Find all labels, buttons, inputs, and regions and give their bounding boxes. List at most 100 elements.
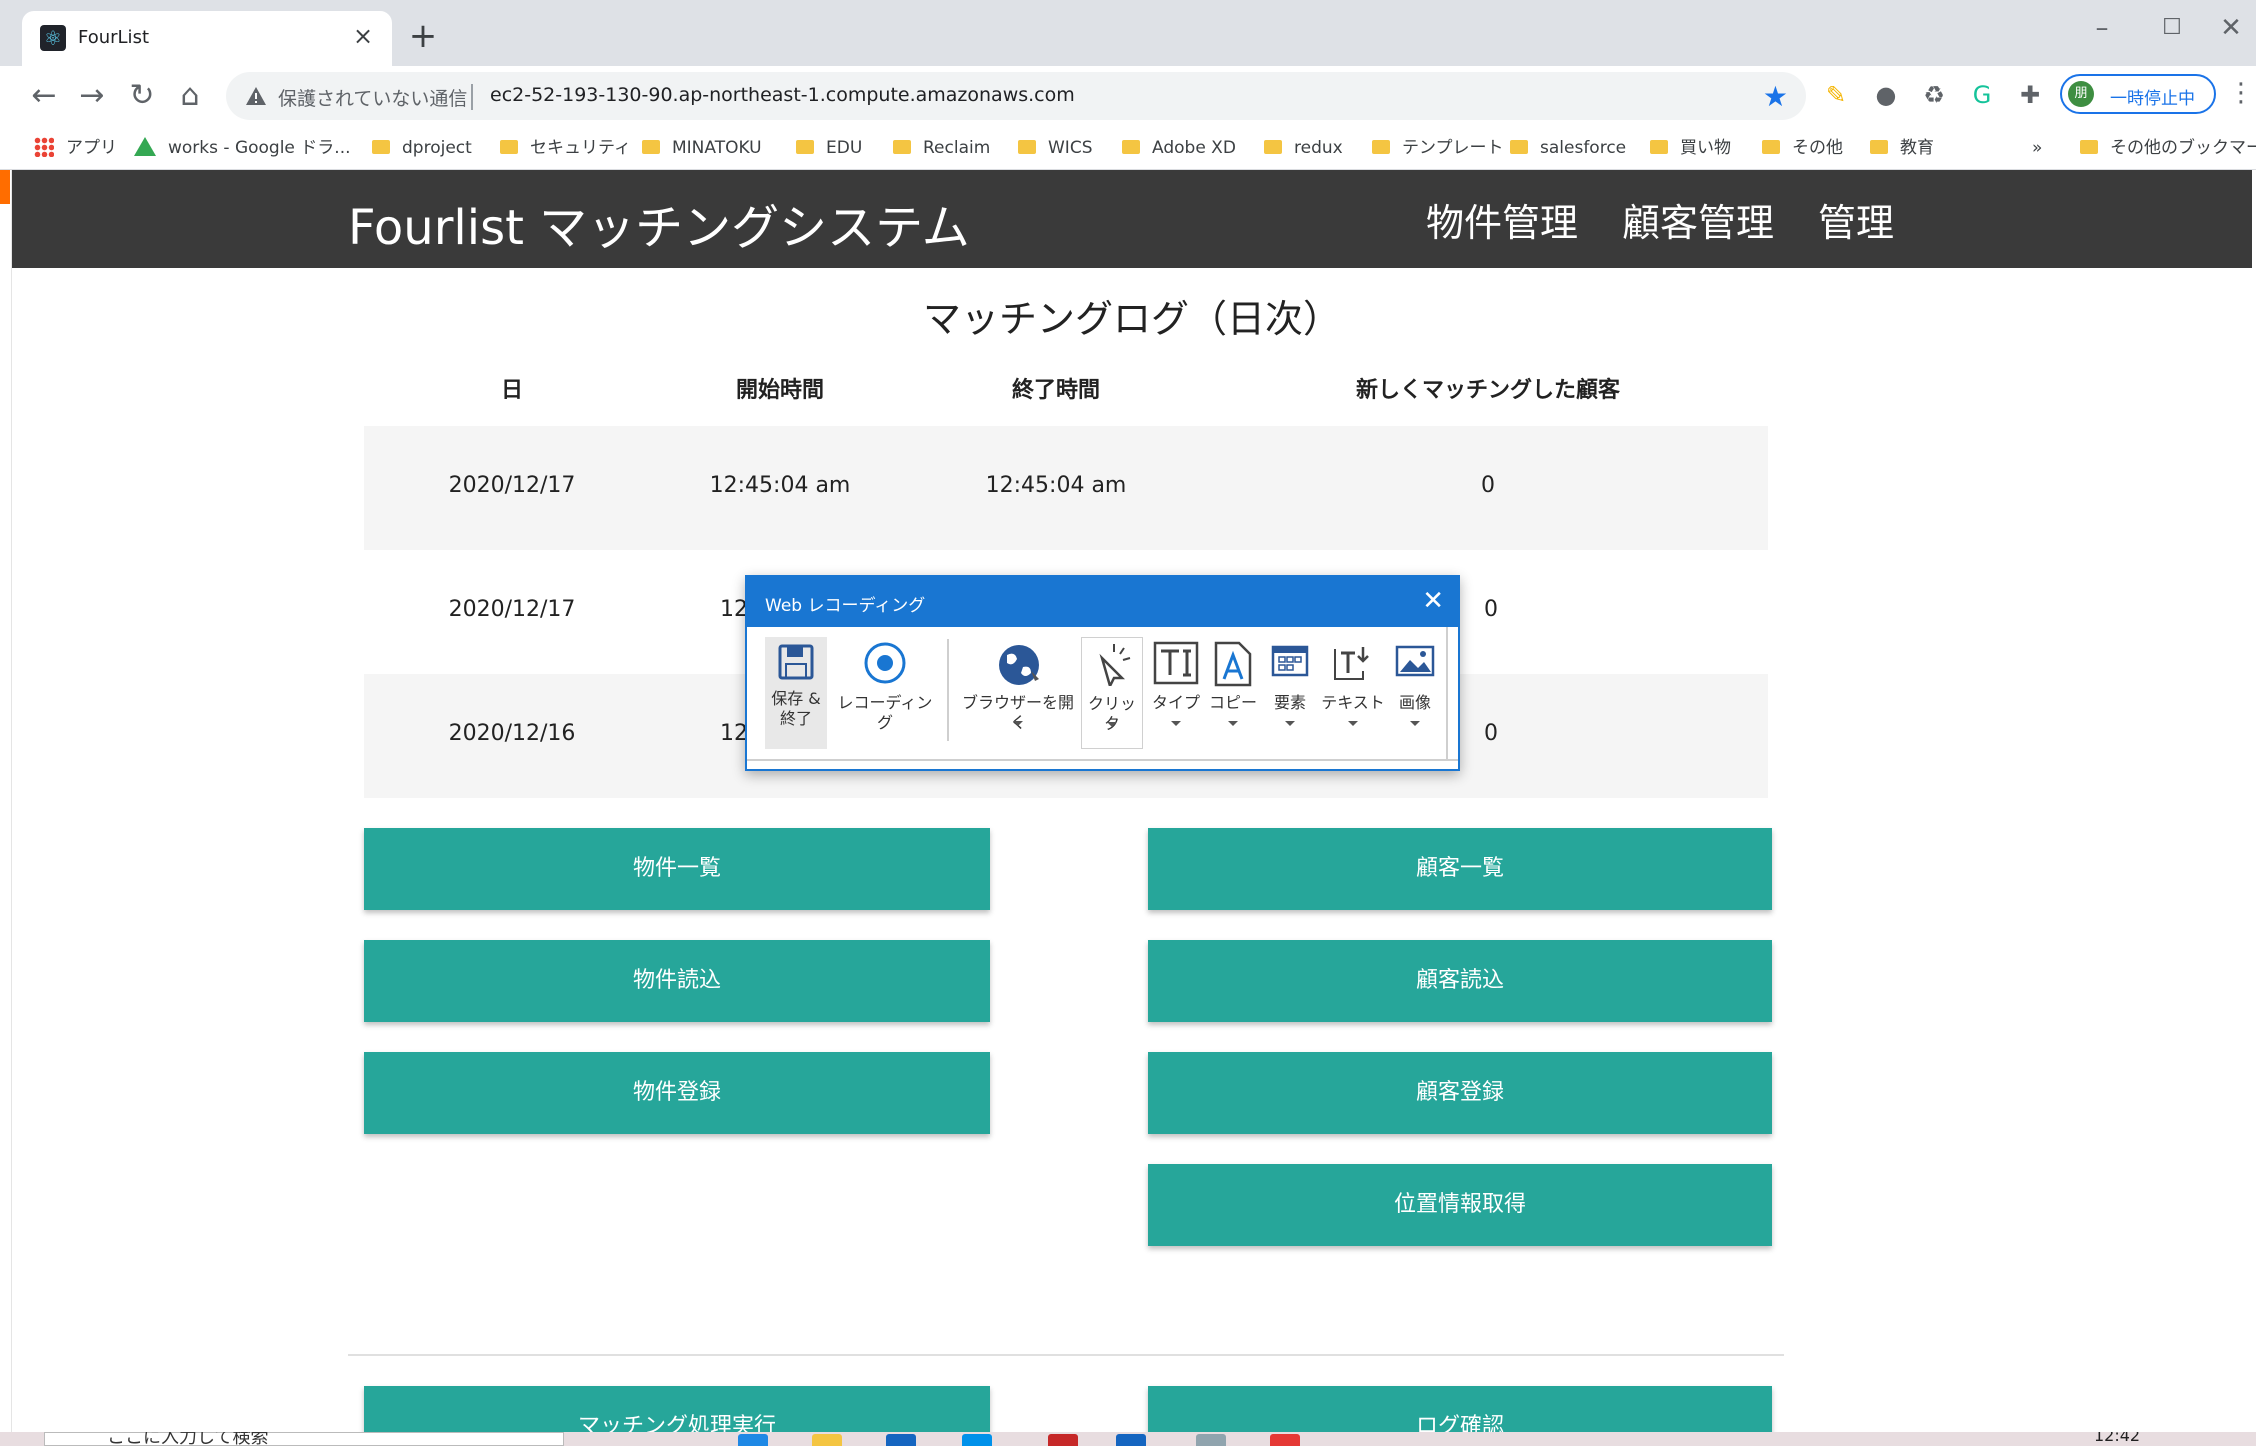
app-icon[interactable] [1048, 1434, 1078, 1446]
home-icon[interactable]: ⌂ [170, 76, 210, 116]
click-dropdown-icon[interactable] [1107, 722, 1117, 727]
copy-button[interactable]: コピー [1207, 637, 1259, 749]
taskbar-search-input[interactable]: ここに入力して検索 [44, 1432, 564, 1446]
web-page: Fourlist マッチングシステム 物件管理 顧客管理 管理 マッチングログ（… [12, 170, 2252, 1432]
uipath-icon[interactable] [1116, 1434, 1146, 1446]
profile-button[interactable]: 朋 一時停止中 [2060, 74, 2216, 114]
property-register-button[interactable]: 物件登録 [364, 1052, 990, 1134]
bookmarks-overflow-icon[interactable]: » [2032, 133, 2042, 163]
type-dropdown-icon[interactable] [1171, 721, 1181, 726]
nav-admin[interactable]: 管理 [1818, 192, 1894, 247]
type-button[interactable]: タイプ [1149, 637, 1203, 749]
recording-title: Web レコーディング [765, 596, 926, 616]
bookmark-reclaim[interactable]: Reclaim [893, 133, 990, 163]
extensions-puzzle-icon[interactable]: ✚ [2014, 79, 2046, 111]
bookmark-salesforce[interactable]: salesforce [1510, 133, 1626, 163]
bookmark-shopping[interactable]: 買い物 [1650, 133, 1731, 163]
extension-pen-icon[interactable]: ✎ [1820, 79, 1852, 111]
bookmark-works[interactable]: works - Google ドラ... [134, 133, 351, 163]
bookmark-adobe-xd[interactable]: Adobe XD [1122, 133, 1236, 163]
recorder-frame-edge [1446, 627, 1448, 761]
recording-close-icon[interactable]: ✕ [1422, 585, 1444, 617]
open-browser-label: ブラウザーを開く [961, 693, 1074, 732]
address-bar[interactable]: 保護されていない通信 ec2-52-193-130-90.ap-northeas… [226, 72, 1806, 120]
recording-button[interactable]: レコーディング [833, 637, 937, 749]
bookmark-dproject[interactable]: dproject [372, 133, 472, 163]
property-import-button[interactable]: 物件読込 [364, 940, 990, 1022]
cell-date: 2020/12/17 [448, 597, 576, 622]
text-button[interactable]: テキスト [1321, 637, 1385, 749]
orange-edge-marker [0, 170, 10, 204]
back-icon[interactable]: ← [24, 76, 64, 116]
reload-icon[interactable]: ↻ [122, 76, 162, 116]
element-button[interactable]: 要素 [1263, 637, 1317, 749]
customer-register-button[interactable]: 顧客登録 [1148, 1052, 1772, 1134]
folder-icon [1122, 140, 1140, 154]
open-browser-button[interactable]: ブラウザーを開く [959, 637, 1077, 749]
element-grid-icon [1271, 645, 1309, 677]
tab-close-icon[interactable]: × [348, 21, 378, 51]
customer-list-button[interactable]: 顧客一覧 [1148, 828, 1772, 910]
browser-menu-icon[interactable]: ⋮ [2228, 78, 2254, 108]
mail-icon[interactable] [886, 1434, 916, 1446]
nav-property-management[interactable]: 物件管理 [1426, 192, 1578, 247]
bookmark-star-icon[interactable]: ★ [1763, 80, 1788, 113]
column-header-date: 日 [500, 378, 523, 403]
bookmark-education[interactable]: 教育 [1870, 133, 1934, 163]
bookmark-other[interactable]: その他 [1762, 133, 1843, 163]
edge-icon[interactable] [738, 1434, 768, 1446]
recorder-bottom-edge [747, 759, 1458, 761]
grammarly-icon[interactable]: G [1966, 79, 1998, 111]
extension-recycle-icon[interactable]: ♻ [1918, 79, 1950, 111]
folder-icon [642, 140, 660, 154]
log-check-button[interactable]: ログ確認 [1148, 1386, 1772, 1432]
customer-import-button[interactable]: 顧客読込 [1148, 940, 1772, 1022]
nav-customer-management[interactable]: 顧客管理 [1622, 192, 1774, 247]
save-exit-label-1: 保存 & [771, 689, 821, 708]
property-list-button[interactable]: 物件一覧 [364, 828, 990, 910]
url-text[interactable]: ec2-52-193-130-90.ap-northeast-1.compute… [490, 84, 1075, 106]
warning-icon[interactable] [244, 84, 268, 108]
text-extract-icon [1334, 647, 1369, 680]
bookmarks-bar: アプリ works - Google ドラ... dproject セキュリティ… [0, 126, 2256, 170]
run-matching-button[interactable]: マッチング処理実行 [364, 1386, 990, 1432]
browser-tab[interactable]: ⚛ FourList × [22, 11, 392, 66]
extension-chat-icon[interactable]: ● [1870, 79, 1902, 111]
store-icon[interactable] [962, 1434, 992, 1446]
minimize-icon[interactable]: – [2072, 8, 2132, 48]
folder-icon [1650, 140, 1668, 154]
file-explorer-icon[interactable] [812, 1434, 842, 1446]
forward-icon[interactable]: → [72, 76, 112, 116]
type-label: タイプ [1151, 693, 1200, 712]
click-label: クリック [1087, 694, 1136, 733]
image-button[interactable]: 画像 [1389, 637, 1441, 749]
web-recording-dialog: Web レコーディング ✕ 保存 & 終了 レコーディング ブラウザーを開く ク… [745, 575, 1460, 771]
bookmark-wics[interactable]: WICS [1018, 133, 1092, 163]
text-dropdown-icon[interactable] [1348, 721, 1358, 726]
cell-end-time: 12:45:04 am [985, 473, 1127, 498]
notepad-icon[interactable] [1196, 1434, 1226, 1446]
element-dropdown-icon[interactable] [1285, 721, 1295, 726]
maximize-icon[interactable]: ☐ [2142, 8, 2202, 48]
click-button[interactable]: クリック [1081, 637, 1143, 749]
taskbar-clock[interactable]: 12:42 [2094, 1432, 2140, 1445]
copy-dropdown-icon[interactable] [1228, 721, 1238, 726]
open-browser-dropdown-icon[interactable] [1013, 721, 1023, 726]
bookmark-apps[interactable]: アプリ [34, 133, 117, 163]
app-brand[interactable]: Fourlist マッチングシステム [348, 188, 970, 258]
bookmark-other-bookmarks[interactable]: その他のブックマーク [2080, 133, 2256, 163]
save-exit-button[interactable]: 保存 & 終了 [765, 637, 827, 749]
bookmark-edu[interactable]: EDU [796, 133, 862, 163]
chrome-icon[interactable] [1270, 1434, 1300, 1446]
location-fetch-button[interactable]: 位置情報取得 [1148, 1164, 1772, 1246]
recording-titlebar[interactable]: Web レコーディング ✕ [747, 577, 1458, 627]
bookmark-security[interactable]: セキュリティ [500, 133, 631, 163]
security-label[interactable]: 保護されていない通信 [278, 84, 467, 111]
floppy-disk-icon [778, 644, 814, 680]
new-tab-icon[interactable]: + [406, 19, 440, 54]
bookmark-template[interactable]: テンプレート [1372, 133, 1504, 163]
bookmark-minatoku[interactable]: MINATOKU [642, 133, 762, 163]
bookmark-redux[interactable]: redux [1264, 133, 1343, 163]
window-close-icon[interactable]: ✕ [2206, 8, 2256, 48]
image-dropdown-icon[interactable] [1410, 721, 1420, 726]
